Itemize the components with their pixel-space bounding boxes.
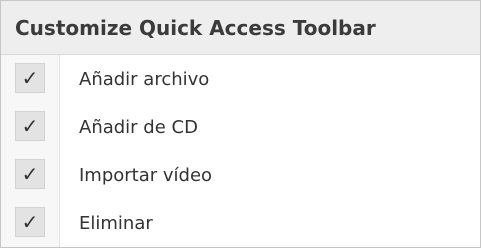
menu-item-label: Eliminar xyxy=(79,212,153,234)
checkmark-icon: ✓ xyxy=(15,159,45,189)
menu-item-eliminar[interactable]: ✓ Eliminar xyxy=(1,199,480,247)
menu-header: Customize Quick Access Toolbar xyxy=(1,1,480,55)
checkmark-icon: ✓ xyxy=(15,63,45,93)
menu-title: Customize Quick Access Toolbar xyxy=(15,15,376,40)
menu-item-label: Importar vídeo xyxy=(79,164,213,186)
menu-body: ✓ Añadir archivo ✓ Añadir de CD ✓ Import… xyxy=(1,55,480,247)
menu-item-label: Añadir archivo xyxy=(79,68,210,90)
checkmark-icon: ✓ xyxy=(15,207,45,237)
customize-quick-access-toolbar-menu: Customize Quick Access Toolbar ✓ Añadir … xyxy=(0,0,481,248)
menu-item-anadir-de-cd[interactable]: ✓ Añadir de CD xyxy=(1,103,480,151)
menu-item-anadir-archivo[interactable]: ✓ Añadir archivo xyxy=(1,55,480,103)
checkmark-icon: ✓ xyxy=(15,111,45,141)
menu-item-importar-video[interactable]: ✓ Importar vídeo xyxy=(1,151,480,199)
menu-item-label: Añadir de CD xyxy=(79,116,198,138)
